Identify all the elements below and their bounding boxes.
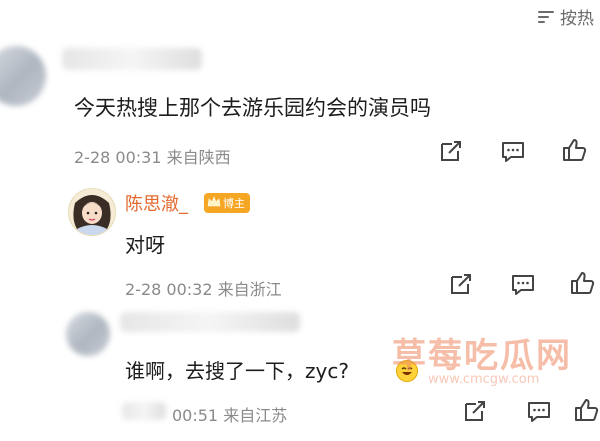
watermark-text: 草莓吃瓜网 bbox=[392, 336, 572, 376]
comment-icon bbox=[528, 402, 550, 422]
blogger-badge: 博主 bbox=[204, 193, 250, 213]
comment-button[interactable] bbox=[500, 140, 526, 164]
reply2-name[interactable] bbox=[120, 312, 300, 332]
reply2-text: 谁啊，去搜了一下，zyc? bbox=[125, 359, 349, 383]
share-icon bbox=[451, 274, 471, 294]
commenter-avatar[interactable] bbox=[0, 46, 46, 106]
reply2-like-button[interactable] bbox=[574, 398, 600, 422]
reply-share-button[interactable] bbox=[448, 273, 474, 297]
commenter-name[interactable] bbox=[62, 48, 202, 70]
reply2-share-button[interactable] bbox=[462, 400, 488, 424]
comment-icon bbox=[512, 275, 534, 295]
author-avatar-image bbox=[69, 189, 115, 235]
share-icon bbox=[441, 141, 461, 161]
share-button[interactable] bbox=[438, 140, 464, 164]
like-icon bbox=[571, 272, 595, 294]
reply-comment-button[interactable] bbox=[510, 273, 536, 297]
reply2-date-blur bbox=[122, 402, 166, 420]
comment-icon bbox=[502, 142, 524, 162]
crown-icon bbox=[207, 195, 221, 211]
sort-lines-icon bbox=[538, 9, 556, 25]
author-name[interactable]: 陈思澈_ bbox=[125, 190, 188, 216]
reply-meta: 2-28 00:32 来自浙江 bbox=[125, 280, 282, 299]
reply2-meta: 00:51 来自江苏 bbox=[172, 406, 288, 425]
reply-text: 对呀 bbox=[125, 233, 165, 257]
like-button[interactable] bbox=[562, 138, 588, 162]
reply2-comment-button[interactable] bbox=[526, 400, 552, 424]
comment-meta: 2-28 00:31 来自陕西 bbox=[74, 148, 231, 167]
badge-label: 博主 bbox=[223, 197, 245, 210]
like-icon bbox=[563, 139, 587, 161]
author-avatar[interactable] bbox=[68, 188, 116, 236]
sort-label: 按热 bbox=[560, 9, 594, 29]
share-icon bbox=[465, 401, 485, 421]
sort-by-hot-control[interactable]: 按热 bbox=[538, 4, 594, 29]
reply2-avatar[interactable] bbox=[66, 312, 110, 356]
watermark-url: www.cmcgw.com bbox=[428, 372, 540, 387]
comment-text: 今天热搜上那个去游乐园约会的演员吗 bbox=[74, 96, 431, 120]
like-icon bbox=[575, 399, 599, 421]
reply-like-button[interactable] bbox=[570, 271, 596, 295]
